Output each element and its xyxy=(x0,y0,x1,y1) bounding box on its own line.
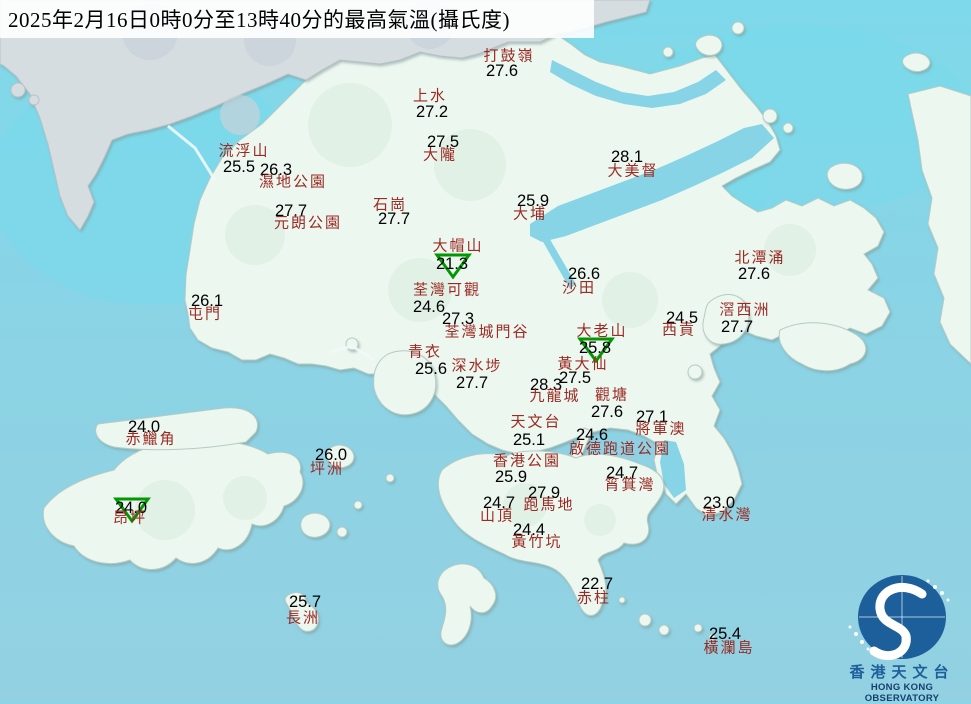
logo-halftone-dot xyxy=(854,632,858,636)
station-temp: 27.7 xyxy=(721,319,753,336)
station-name: 九龍城 xyxy=(529,390,580,405)
title-bar: 2025年2月16日0時0分至13時40分的最高氣溫(攝氏度) xyxy=(0,0,594,38)
logo-english-name: HONG KONG OBSERVATORY xyxy=(836,682,968,704)
hill-texture xyxy=(308,83,392,167)
station-name: 啟德跑道公園 xyxy=(569,443,671,458)
station-name: 西貢 xyxy=(662,324,696,339)
station-name: 大美督 xyxy=(607,165,658,180)
station-name: 滘西洲 xyxy=(719,304,770,319)
station-name: 清水灣 xyxy=(701,509,752,524)
station-name: 天文台 xyxy=(510,416,561,431)
station-name: 荃灣城門谷 xyxy=(444,326,529,341)
weather-map-page: { "title": "2025年2月16日0時0分至13時40分的最高氣溫(攝… xyxy=(0,0,971,700)
harbour-islet xyxy=(354,501,362,509)
po-toi-island xyxy=(639,614,651,626)
station-temp: 25.6 xyxy=(415,361,447,378)
station-temp: 21.3 xyxy=(436,256,468,273)
station-temp: 25.1 xyxy=(513,432,545,449)
logo-halftone-dot xyxy=(860,640,864,644)
station-name: 赤鱲角 xyxy=(125,433,176,448)
urban-texture xyxy=(220,95,260,135)
ap-chau-island xyxy=(663,47,673,57)
station-name: 流浮山 xyxy=(218,145,269,160)
offshore-islet xyxy=(11,83,25,97)
station-name: 筲箕灣 xyxy=(604,479,655,494)
station-temp: 25.7 xyxy=(289,594,321,611)
station-name: 沙田 xyxy=(562,282,596,297)
station-temp: 27.2 xyxy=(416,104,448,121)
station-temp: 25.9 xyxy=(495,469,527,486)
logo-halftone-dot xyxy=(933,585,937,589)
sharp-island xyxy=(688,365,702,379)
station-name: 黃大仙 xyxy=(557,358,608,373)
logo-halftone-dot xyxy=(867,648,870,651)
page-title: 2025年2月16日0時0分至13時40分的最高氣溫(攝氏度) xyxy=(8,4,510,34)
station-name: 橫瀾島 xyxy=(703,642,754,657)
po-toi-islet xyxy=(659,625,669,635)
station-temp: 27.6 xyxy=(591,404,623,421)
station-name: 大埔 xyxy=(513,208,547,223)
station-name: 將軍澳 xyxy=(635,423,686,438)
tap-mun-island xyxy=(763,109,777,123)
hong-kong-map xyxy=(0,0,971,700)
hko-logo: 香港天文台 HONG KONG OBSERVATORY xyxy=(836,572,968,698)
logo-halftone-dot xyxy=(947,599,950,602)
station-name: 坪洲 xyxy=(310,463,344,478)
station-name: 上水 xyxy=(413,90,447,105)
station-name: 北潭涌 xyxy=(734,252,785,267)
hei-ling-chau-island xyxy=(301,513,330,537)
station-name: 大帽山 xyxy=(432,240,483,255)
station-name: 打鼓嶺 xyxy=(483,50,534,65)
station-name: 跑馬地 xyxy=(523,499,574,514)
station-name: 赤柱 xyxy=(577,592,611,607)
logo-halftone-dot xyxy=(940,591,944,595)
station-temp: 27.7 xyxy=(456,375,488,392)
station-name: 濕地公園 xyxy=(259,176,327,191)
station-name: 元朗公園 xyxy=(274,217,342,232)
offshore-islet xyxy=(29,95,39,105)
station-name: 深水埗 xyxy=(451,360,502,375)
station-temp: 25.8 xyxy=(579,340,611,357)
double-haven-island xyxy=(827,163,862,189)
station-name: 昂坪 xyxy=(113,512,147,527)
station-name: 屯門 xyxy=(188,308,222,323)
station-name: 觀塘 xyxy=(595,389,629,404)
hko-logo-emblem xyxy=(838,572,966,662)
station-name: 長洲 xyxy=(286,612,320,627)
station-name: 石崗 xyxy=(373,199,407,214)
station-temp: 27.6 xyxy=(738,266,770,283)
station-name: 大隴 xyxy=(423,149,457,164)
islet xyxy=(732,22,744,34)
sunshine-island xyxy=(337,527,347,537)
station-name: 香港公園 xyxy=(493,455,561,470)
hill-texture xyxy=(602,272,658,328)
station-name: 大老山 xyxy=(576,325,627,340)
logo-halftone-dot xyxy=(927,580,930,583)
hill-texture xyxy=(223,476,267,520)
logo-halftone-dot xyxy=(849,626,852,629)
grass-island xyxy=(783,123,793,133)
islet xyxy=(619,597,625,603)
waglan-island xyxy=(694,624,702,632)
station-temp: 27.6 xyxy=(486,63,518,80)
logo-chinese-name: 香港天文台 xyxy=(836,665,968,682)
station-name: 山頂 xyxy=(480,510,514,525)
hill-texture xyxy=(584,504,616,536)
station-name: 青衣 xyxy=(408,346,442,361)
station-temp: 24.6 xyxy=(413,299,445,316)
station-name: 荃灣可觀 xyxy=(413,284,481,299)
station-temp: 25.5 xyxy=(223,159,255,176)
harbour-islet xyxy=(386,474,394,482)
station-name: 黃竹坑 xyxy=(511,536,562,551)
